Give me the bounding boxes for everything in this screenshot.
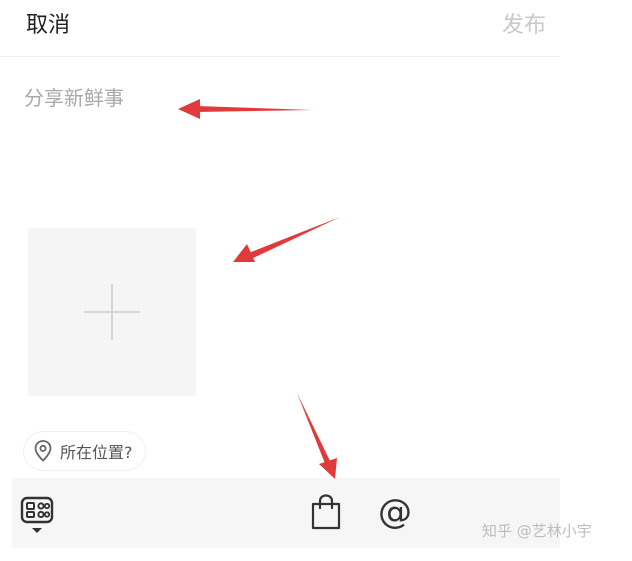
apps-grid-icon <box>20 496 54 533</box>
mention-button[interactable]: @ <box>378 492 412 532</box>
add-image-button[interactable] <box>28 228 196 396</box>
header-bar: 取消 发布 <box>0 0 560 57</box>
shopping-bag-icon <box>311 494 341 530</box>
location-pin-icon <box>34 440 52 462</box>
arrow-to-bag <box>297 393 337 479</box>
cancel-button[interactable]: 取消 <box>26 10 70 42</box>
watermark-text: 知乎 @艺林小宇 <box>482 522 592 540</box>
arrow-to-image <box>233 217 340 262</box>
location-button[interactable]: 所在位置? <box>24 432 145 470</box>
bottom-toolbar: @ <box>12 478 560 548</box>
location-label: 所在位置? <box>60 443 133 462</box>
compose-screen: 取消 发布 所在位置? <box>0 0 632 561</box>
at-icon: @ <box>378 492 412 532</box>
shopping-bag-button[interactable] <box>310 494 342 534</box>
apps-grid-button[interactable] <box>20 496 54 540</box>
publish-button[interactable]: 发布 <box>502 10 546 42</box>
compose-text-input[interactable] <box>16 76 562 218</box>
plus-icon-vertical <box>111 284 113 340</box>
